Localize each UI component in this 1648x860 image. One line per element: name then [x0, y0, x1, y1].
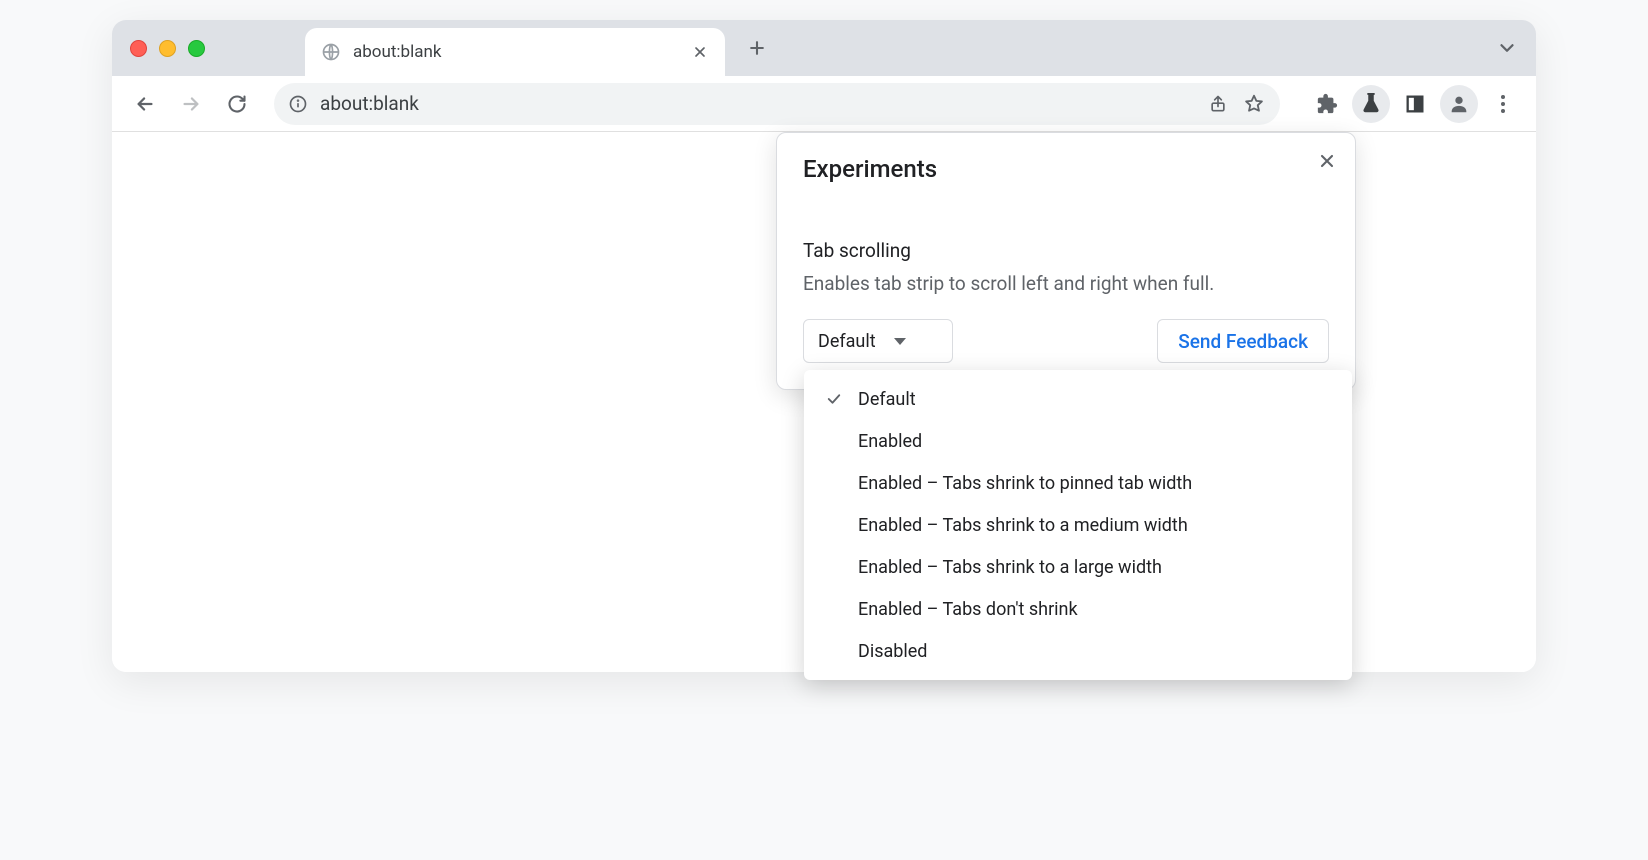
site-info-icon[interactable] [288, 94, 308, 114]
dropdown-option-label: Default [858, 389, 916, 410]
new-tab-button[interactable] [737, 28, 777, 68]
extensions-button[interactable] [1308, 85, 1346, 123]
popup-close-button[interactable] [1315, 149, 1339, 173]
experiments-popup: Experiments Tab scrolling Enables tab st… [776, 132, 1356, 390]
toolbar: about:blank [112, 76, 1536, 132]
tab-strip: about:blank [112, 20, 1536, 76]
page-viewport: Experiments Tab scrolling Enables tab st… [112, 132, 1536, 672]
window-minimize-button[interactable] [159, 40, 176, 57]
browser-window: about:blank about:blank [112, 20, 1536, 672]
omnibox-actions [1206, 92, 1266, 116]
address-bar-text: about:blank [320, 92, 1194, 115]
select-value: Default [818, 331, 876, 352]
dropdown-option[interactable]: Default [804, 378, 1352, 420]
dropdown-option-label: Enabled – Tabs shrink to pinned tab widt… [858, 473, 1192, 494]
experiment-name: Tab scrolling [803, 239, 1329, 262]
window-traffic-lights [130, 40, 205, 57]
dropdown-option-label: Enabled – Tabs don't shrink [858, 599, 1078, 620]
address-bar[interactable]: about:blank [274, 83, 1280, 125]
window-maximize-button[interactable] [188, 40, 205, 57]
dropdown-option[interactable]: Disabled [804, 630, 1352, 672]
back-button[interactable] [126, 85, 164, 123]
experiment-controls-row: Default DefaultEnabledEnabled – Tabs shr… [803, 319, 1329, 363]
dropdown-option[interactable]: Enabled – Tabs shrink to a medium width [804, 504, 1352, 546]
dropdown-option[interactable]: Enabled – Tabs shrink to pinned tab widt… [804, 462, 1352, 504]
check-icon [822, 390, 846, 408]
dropdown-option[interactable]: Enabled – Tabs shrink to a large width [804, 546, 1352, 588]
reload-button[interactable] [218, 85, 256, 123]
dropdown-option-label: Disabled [858, 641, 927, 662]
experiments-button[interactable] [1352, 85, 1390, 123]
feedback-label: Send Feedback [1178, 330, 1308, 353]
dropdown-option-label: Enabled – Tabs shrink to a large width [858, 557, 1162, 578]
select-dropdown-menu: Default Enabled Enabled – Tabs shrink to p… [804, 370, 1352, 680]
dropdown-option-label: Enabled [858, 431, 922, 452]
tab-list-chevron-button[interactable] [1496, 20, 1518, 76]
share-icon[interactable] [1206, 92, 1230, 116]
tab-title: about:blank [353, 42, 679, 62]
dropdown-option[interactable]: Enabled [804, 420, 1352, 462]
popup-title: Experiments [803, 155, 1329, 183]
forward-button[interactable] [172, 85, 210, 123]
experiment-description: Enables tab strip to scroll left and rig… [803, 272, 1329, 295]
dropdown-option[interactable]: Enabled – Tabs don't shrink [804, 588, 1352, 630]
side-panel-button[interactable] [1396, 85, 1434, 123]
globe-icon [321, 42, 341, 62]
chevron-down-icon [894, 338, 906, 345]
tab-close-button[interactable] [691, 43, 709, 61]
three-dots-icon [1501, 95, 1505, 113]
experiment-select[interactable]: Default DefaultEnabledEnabled – Tabs shr… [803, 319, 953, 363]
window-close-button[interactable] [130, 40, 147, 57]
profile-button[interactable] [1440, 85, 1478, 123]
bookmark-star-icon[interactable] [1242, 92, 1266, 116]
toolbar-right [1308, 85, 1522, 123]
browser-tab[interactable]: about:blank [305, 28, 725, 76]
main-menu-button[interactable] [1484, 85, 1522, 123]
send-feedback-button[interactable]: Send Feedback [1157, 319, 1329, 363]
dropdown-option-label: Enabled – Tabs shrink to a medium width [858, 515, 1188, 536]
